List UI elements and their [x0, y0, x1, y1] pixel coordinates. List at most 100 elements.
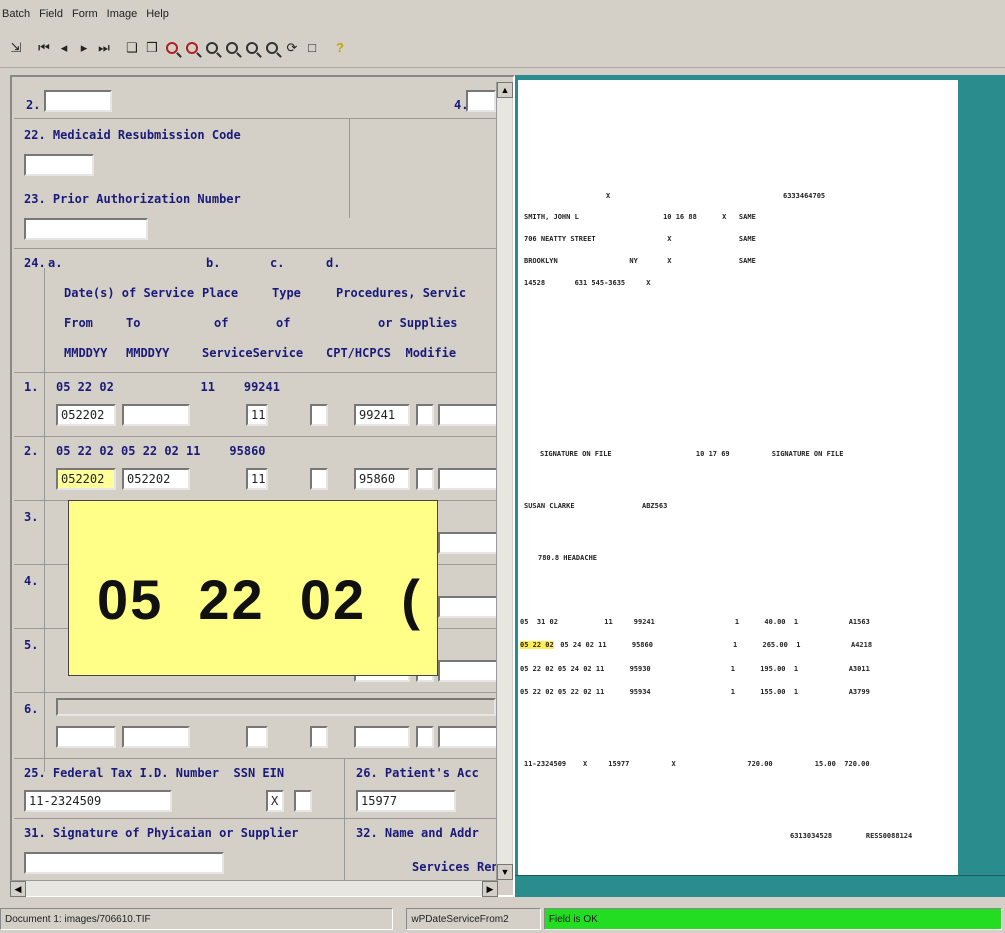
page-icon[interactable]: □	[302, 37, 322, 59]
next-record-icon[interactable]: ▸	[74, 37, 94, 59]
line-3-modifier2-input[interactable]	[438, 532, 498, 554]
line-1-modifier-input[interactable]	[416, 404, 434, 426]
last-record-icon[interactable]: ⏭	[94, 37, 114, 59]
field-32-sub-label: Services Rend	[412, 860, 500, 874]
divider	[14, 818, 500, 819]
line-1-number: 1.	[24, 380, 39, 394]
status-field-validation: Field is OK	[543, 908, 1002, 930]
field-4-input[interactable]	[466, 90, 496, 112]
menu-form[interactable]: Form	[72, 8, 98, 20]
physician-signature-input[interactable]	[24, 852, 224, 874]
doc-totals-line: 11-2324509 X 15977 X 720.00 15.00 720.00	[524, 760, 870, 768]
line-2-modifier-input[interactable]	[416, 468, 434, 490]
doc-line-5: 14528 631 545-3635 X	[524, 279, 651, 287]
enter-icon[interactable]: ⇲	[6, 37, 26, 59]
zoom-width-icon[interactable]	[242, 37, 262, 59]
medicaid-resubmission-input[interactable]	[24, 154, 94, 176]
header-to: To	[126, 316, 141, 330]
scroll-down-arrow-icon[interactable]: ▼	[497, 864, 513, 880]
ssn-checkbox[interactable]: X	[266, 790, 284, 812]
doc-line-1: X 6333464705	[606, 192, 826, 200]
form-vertical-scrollbar[interactable]: ▲ ▼	[496, 82, 513, 880]
menu-field[interactable]: Field	[39, 8, 63, 20]
line-6-date-from-input[interactable]	[56, 726, 116, 748]
line-6-modifier2-input[interactable]	[438, 726, 498, 748]
field-2-label: 2.	[26, 98, 41, 112]
scroll-right-arrow-icon[interactable]: ▶	[482, 881, 498, 897]
first-record-icon[interactable]: ⏮	[34, 37, 54, 59]
copy-field-left-icon[interactable]: ❑	[122, 37, 142, 59]
zoom-in-icon[interactable]	[202, 37, 222, 59]
line-2-modifier2-input[interactable]	[438, 468, 498, 490]
line-6-date-to-input[interactable]	[122, 726, 190, 748]
divider	[14, 692, 500, 693]
ein-checkbox[interactable]	[294, 790, 312, 812]
scroll-up-arrow-icon[interactable]: ▲	[497, 82, 513, 98]
menu-image[interactable]: Image	[107, 8, 138, 20]
doc-service-line-1: 05 31 02 11 99241 1 40.00 1 A1563	[520, 618, 870, 626]
line-5-number: 5.	[24, 638, 39, 652]
zoom-out-red-icon[interactable]	[182, 37, 202, 59]
field-31-label: 31. Signature of Phyicaian or Supplier	[24, 826, 299, 840]
zoom-out-icon[interactable]	[222, 37, 242, 59]
line-6-type-input[interactable]	[310, 726, 328, 748]
rotate-icon[interactable]: ⟳	[282, 37, 302, 59]
header-of-place: of	[214, 316, 229, 330]
copy-field-right-icon[interactable]: ❒	[142, 37, 162, 59]
line-3-number: 3.	[24, 510, 39, 524]
doc-line-2: SMITH, JOHN L 10 16 88 X SAME	[524, 213, 756, 221]
line-2-date-from-input[interactable]: 052202	[56, 468, 116, 490]
col-b-label: b.	[206, 256, 221, 270]
scanned-claim-image[interactable]: X 6333464705 SMITH, JOHN L 10 16 88 X SA…	[518, 80, 958, 875]
divider	[344, 758, 345, 880]
header-procedures: Procedures, Servic	[336, 286, 467, 300]
line-4-number: 4.	[24, 574, 39, 588]
line-1-date-to-input[interactable]	[122, 404, 190, 426]
header-of-type: of	[276, 316, 291, 330]
line-6-cpt-input[interactable]	[354, 726, 410, 748]
help-icon[interactable]: ?	[330, 37, 350, 59]
menu-batch[interactable]: Batch	[2, 8, 30, 20]
header-type: Type	[272, 286, 301, 300]
line-2-place-input[interactable]: 11	[246, 468, 268, 490]
line-1-modifier2-input[interactable]	[438, 404, 498, 426]
zoom-fit-icon[interactable]	[262, 37, 282, 59]
line-6-modifier-input[interactable]	[416, 726, 434, 748]
line-2-cpt-input[interactable]: 95860	[354, 468, 410, 490]
field-32-label: 32. Name and Addr	[356, 826, 479, 840]
line-6-place-input[interactable]	[246, 726, 268, 748]
field-2-input[interactable]	[44, 90, 112, 112]
line-2-date-to-input[interactable]: 052202	[122, 468, 190, 490]
line-1-place-input[interactable]: 11	[246, 404, 268, 426]
field-25-label: 25. Federal Tax I.D. Number SSN EIN	[24, 766, 285, 780]
line-2-ocr-text: 05 22 02 05 22 02 11 95860	[56, 444, 266, 458]
patient-account-input[interactable]: 15977	[356, 790, 456, 812]
header-or-supplies: or Supplies	[378, 316, 458, 330]
divider	[14, 436, 500, 437]
line-2-type-input[interactable]	[310, 468, 328, 490]
form-horizontal-scrollbar[interactable]: ◀ ▶	[10, 880, 498, 897]
previous-record-icon[interactable]: ◂	[54, 37, 74, 59]
doc-diagnosis-line: 780.8 HEADACHE	[538, 554, 598, 562]
toolbar-separator	[114, 37, 122, 59]
zoom-snippet-popup: 05 22 02 (	[68, 500, 438, 676]
line-4-modifier2-input[interactable]	[438, 596, 498, 618]
header-place: Place	[202, 286, 239, 300]
header-place-type-service: ServiceService	[202, 346, 304, 360]
line-1-date-from-input[interactable]: 052202	[56, 404, 116, 426]
line-1-ocr-text: 05 22 02 11 99241	[56, 380, 280, 394]
status-document: Document 1: images/706610.TIF	[0, 908, 394, 930]
doc-service-line-4: 05 22 02 05 22 02 11 95934 1 155.00 1 A3…	[520, 688, 870, 696]
federal-tax-id-input[interactable]: 11-2324509	[24, 790, 172, 812]
scroll-left-arrow-icon[interactable]: ◀	[10, 881, 26, 897]
prior-authorization-input[interactable]	[24, 218, 148, 240]
line-1-cpt-input[interactable]: 99241	[354, 404, 410, 426]
line-5-modifier2-input[interactable]	[438, 660, 498, 682]
doc-line-3: 706 NEATTY STREET X SAME	[524, 235, 756, 243]
menu-help[interactable]: Help	[146, 8, 169, 20]
image-horizontal-scrollbar[interactable]	[515, 875, 1005, 893]
doc-footer-line: 6313034528 RESS0088124	[790, 832, 913, 840]
divider	[14, 372, 500, 373]
zoom-in-red-icon[interactable]	[162, 37, 182, 59]
line-1-type-input[interactable]	[310, 404, 328, 426]
